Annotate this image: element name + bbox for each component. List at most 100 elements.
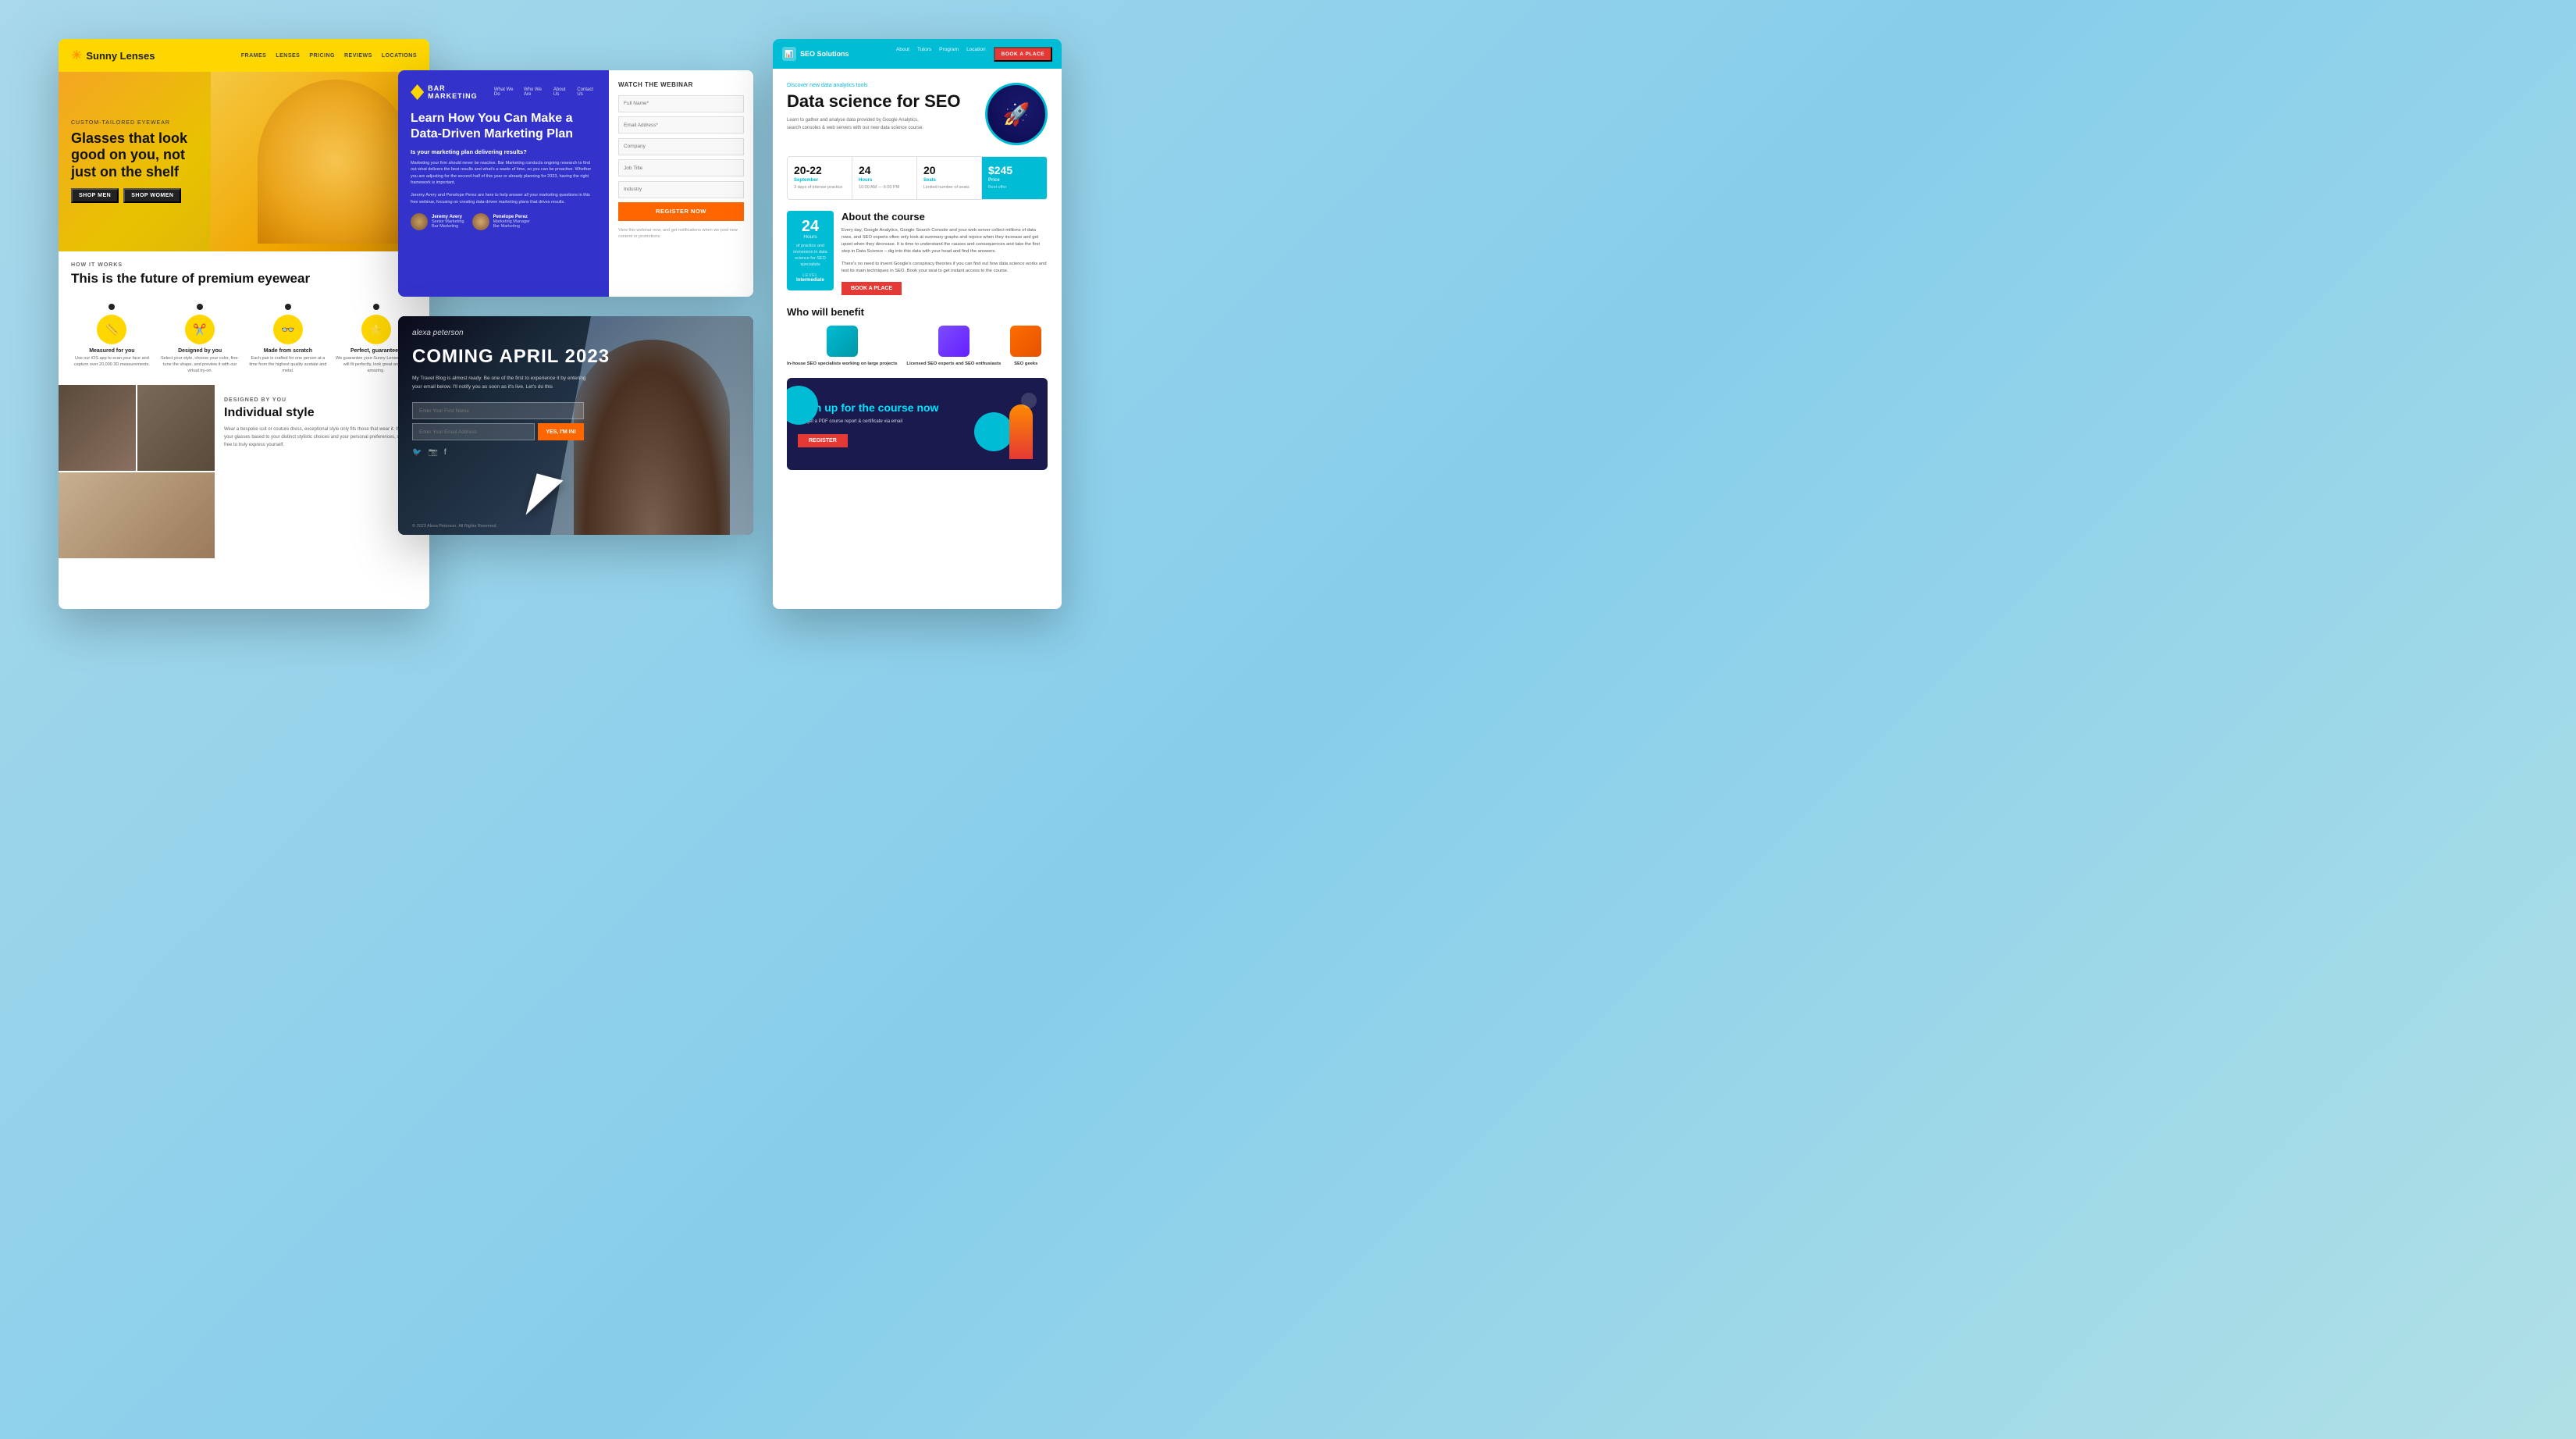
feature-desc-0: Use our iOS app to scan your face and ca… — [71, 356, 153, 368]
seo-stat-hours: 24 Hours 10:00 AM — 6:00 PM — [852, 157, 917, 199]
shop-men-button[interactable]: SHOP MEN — [71, 188, 119, 203]
bm-logo-icon — [411, 84, 424, 100]
ca-main-title: COMING APRIL 2023 — [412, 347, 739, 367]
sl-features-section: 📏 Measured for you Use our iOS app to sc… — [59, 304, 429, 385]
feature-name-0: Measured for you — [71, 348, 153, 354]
feature-made: 👓 Made from scratch Each pair is crafted… — [247, 304, 329, 374]
seo-about-text1: Every day, Google Analytics, Google Sear… — [841, 227, 1048, 256]
bm-company-input[interactable] — [618, 138, 744, 155]
sl-hero-image — [211, 72, 429, 251]
seo-hero-desc: Learn to gather and analyse data provide… — [787, 117, 927, 132]
nav-pricing[interactable]: PRICING — [309, 53, 335, 59]
bm-speakers: Jeremy Avery Senior MarketingBar Marketi… — [411, 213, 596, 230]
nav-lenses[interactable]: LENSES — [276, 53, 300, 59]
photo-2 — [137, 385, 215, 471]
sl-how-label: HOW IT WORKS — [71, 262, 417, 268]
feature-name-2: Made from scratch — [247, 348, 329, 354]
signup-person-body — [1009, 404, 1033, 459]
seo-signup-title: Sign up for the course now — [798, 401, 966, 415]
feature-dot — [109, 304, 115, 310]
penelope-avatar — [472, 213, 489, 230]
nav-reviews[interactable]: REVIEWS — [344, 53, 372, 59]
ca-name-input[interactable] — [412, 402, 584, 419]
twitter-icon[interactable]: 🐦 — [412, 448, 422, 457]
seo-about-hours-label: Hours — [792, 234, 829, 240]
seo-stat-sub-3: Best offer — [988, 185, 1041, 191]
seo-stat-label-2: Seats — [923, 178, 975, 183]
feature-desc-2: Each pair is crafted for one person at a… — [247, 356, 329, 374]
bm-jobtitle-input[interactable] — [618, 159, 744, 176]
feature-dot — [197, 304, 203, 310]
seo-nav-about[interactable]: About — [896, 47, 909, 62]
feature-designed: ✂️ Designed by you Select your style, ch… — [159, 304, 241, 374]
shop-women-button[interactable]: SHOP WOMEN — [123, 188, 181, 203]
seo-logo-icon: 📊 — [782, 47, 796, 61]
bm-register-button[interactable]: REGISTER NOW — [618, 202, 744, 221]
nav-locations[interactable]: LOCATIONS — [382, 53, 417, 59]
seo-stat-number-3: $245 — [988, 165, 1041, 176]
seo-book-place-button[interactable]: BOOK A PLACE — [841, 282, 902, 295]
ca-yes-button[interactable]: YES, I'M IN! — [538, 423, 584, 440]
seo-nav-tutors[interactable]: Tutors — [917, 47, 931, 62]
bm-nav: What We Do Who We Are About Us Contact U… — [494, 87, 596, 97]
bm-nav-what[interactable]: What We Do — [494, 87, 516, 97]
sl-photo-grid — [59, 385, 215, 557]
seo-nav-program[interactable]: Program — [939, 47, 959, 62]
sl-navigation: FRAMES LENSES PRICING REVIEWS LOCATIONS — [241, 53, 417, 59]
sl-bottom-section: DESIGNED BY YOU Individual style Wear a … — [59, 385, 429, 557]
bm-brand: BAR MARKETING — [428, 84, 488, 100]
ca-submit-row: YES, I'M IN! — [412, 423, 584, 440]
ca-author: alexa peterson — [412, 329, 739, 337]
seo-about-box: 24 Hours of practice and immersion in da… — [787, 211, 834, 290]
bm-learn-title: Learn How You Can Make a Data-Driven Mar… — [411, 111, 596, 142]
seo-hero-title: Data science for SEO — [787, 91, 977, 111]
speaker-penelope: Penelope Perez Marketing ManagerBar Mark… — [472, 213, 530, 230]
seo-signup-left: Sign up for the course now and get a PDF… — [798, 401, 966, 447]
ca-social-links: 🐦 📷 f — [412, 448, 739, 457]
seo-about-hours-num: 24 — [792, 219, 829, 234]
seo-who-item-0: In-house SEO specialists working on larg… — [787, 326, 897, 367]
sl-eyewear-label: CUSTOM-TAILORED EYEWEAR — [71, 120, 212, 126]
seo-stat-seats: 20 Seats Limited number of seats — [917, 157, 982, 199]
seo-stats-section: 20-22 September 3 days of intense practi… — [787, 156, 1048, 200]
sl-hero-overlay: CUSTOM-TAILORED EYEWEAR Glasses that loo… — [71, 72, 212, 251]
instagram-icon[interactable]: 📷 — [428, 448, 437, 457]
seo-about-text2: There's no need to invent Google's consp… — [841, 261, 1048, 276]
ca-form: YES, I'M IN! — [412, 402, 584, 440]
seo-stat-sub-0: 3 days of intense practice — [794, 185, 845, 191]
seo-hero-section: Discover new data analytics tools Data s… — [773, 69, 1062, 156]
seo-nav-location[interactable]: Location — [966, 47, 986, 62]
bm-right-panel: WATCH THE WEBINAR REGISTER NOW View this… — [609, 70, 753, 297]
photo-1 — [59, 385, 136, 471]
seo-who-item-2: SEO geeks — [1010, 326, 1041, 367]
seo-about-right: About the course Every day, Google Analy… — [841, 211, 1048, 296]
bm-industry-input[interactable] — [618, 181, 744, 198]
ca-footer: © 2023 Alexa Peterson. All Rights Reserv… — [412, 524, 497, 529]
sun-icon: ☀ — [71, 48, 82, 63]
facebook-icon[interactable]: f — [444, 448, 447, 457]
bm-fullname-input[interactable] — [618, 95, 744, 112]
seo-stat-number-2: 20 — [923, 165, 975, 176]
sl-hero-section: CUSTOM-TAILORED EYEWEAR Glasses that loo… — [59, 72, 429, 251]
ca-email-input[interactable] — [412, 423, 535, 440]
bm-email-input[interactable] — [618, 116, 744, 134]
feature-desc-1: Select your style, choose your color, fi… — [159, 356, 241, 374]
nav-frames[interactable]: FRAMES — [241, 53, 267, 59]
seo-who-icon-2 — [1010, 326, 1041, 357]
sl-individual-section: DESIGNED BY YOU Individual style Wear a … — [215, 385, 429, 557]
made-icon: 👓 — [273, 315, 303, 344]
seo-who-label-0: In-house SEO specialists working on larg… — [787, 361, 897, 367]
signup-circle-2 — [1021, 393, 1037, 408]
seo-about-subdesc: of practice and immersion in data scienc… — [792, 243, 829, 269]
seo-register-button[interactable]: REGISTER — [798, 434, 848, 447]
sl-ind-title: Individual style — [224, 406, 420, 420]
seo-about-title: About the course — [841, 211, 1048, 223]
seo-header-book-button[interactable]: BOOK A PLACE — [994, 47, 1052, 62]
bm-nav-contact[interactable]: Contact Us — [577, 87, 596, 97]
seo-brand: SEO Solutions — [800, 50, 849, 58]
bm-nav-about[interactable]: About Us — [553, 87, 569, 97]
bm-nav-who[interactable]: Who We Are — [524, 87, 546, 97]
penelope-role: Marketing ManagerBar Marketing — [493, 219, 530, 229]
seo-stat-price: $245 Price Best offer — [982, 157, 1047, 199]
feature-measured: 📏 Measured for you Use our iOS app to sc… — [71, 304, 153, 374]
